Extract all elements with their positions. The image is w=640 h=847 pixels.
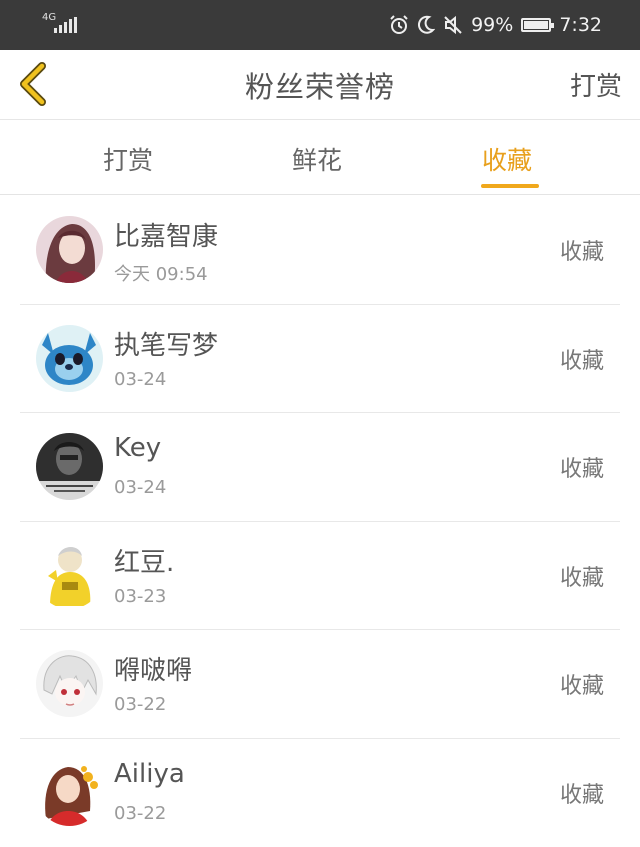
fan-action: 收藏 xyxy=(560,343,604,375)
fan-action: 收藏 xyxy=(560,560,604,592)
fan-time: 03-22 xyxy=(114,694,166,715)
fan-action: 收藏 xyxy=(560,777,604,809)
avatar[interactable] xyxy=(36,433,103,500)
list-item[interactable]: 嘚啵嘚 03-22 收藏 xyxy=(0,630,640,739)
tab-favorites[interactable]: 收藏 xyxy=(482,141,532,177)
battery-percent: 99% xyxy=(471,14,513,36)
fan-action: 收藏 xyxy=(560,451,604,483)
list-item[interactable]: 比嘉智康 今天 09:54 收藏 xyxy=(0,196,640,305)
active-tab-indicator xyxy=(481,184,539,188)
tab-flowers[interactable]: 鲜花 xyxy=(292,141,342,177)
tab-bar: 打赏 鲜花 收藏 xyxy=(0,121,640,195)
fan-time: 03-23 xyxy=(114,586,166,607)
moon-icon xyxy=(417,15,435,35)
clock-time: 7:32 xyxy=(559,14,602,36)
list-item[interactable]: 执笔写梦 03-24 收藏 xyxy=(0,305,640,414)
fan-name: 红豆. xyxy=(114,542,174,579)
avatar[interactable] xyxy=(36,759,103,826)
fan-time: 03-24 xyxy=(114,477,166,498)
fan-action: 收藏 xyxy=(560,234,604,266)
fan-name: Key xyxy=(114,433,161,463)
avatar[interactable] xyxy=(36,216,103,283)
mute-icon xyxy=(443,15,463,35)
fan-name: 执笔写梦 xyxy=(114,325,218,362)
list-item[interactable]: Key 03-24 收藏 xyxy=(0,413,640,522)
page-title: 粉丝荣誉榜 xyxy=(0,64,640,106)
fan-name: 嘚啵嘚 xyxy=(114,650,192,687)
battery-icon xyxy=(521,18,551,32)
signal-icon xyxy=(54,17,77,33)
fan-time: 今天 09:54 xyxy=(114,260,208,286)
fan-name: 比嘉智康 xyxy=(114,216,218,253)
alarm-icon xyxy=(389,15,409,35)
tab-reward[interactable]: 打赏 xyxy=(103,141,153,177)
fan-time: 03-22 xyxy=(114,803,166,824)
fan-time: 03-24 xyxy=(114,369,166,390)
avatar[interactable] xyxy=(36,325,103,392)
reward-button[interactable]: 打赏 xyxy=(570,66,622,103)
list-item[interactable]: 红豆. 03-23 收藏 xyxy=(0,522,640,631)
nav-bar: 粉丝荣誉榜 打赏 xyxy=(0,50,640,120)
fan-name: Ailiya xyxy=(114,759,185,789)
avatar[interactable] xyxy=(36,542,103,609)
fan-list: 比嘉智康 今天 09:54 收藏 执笔写梦 03-24 收藏 xyxy=(0,196,640,847)
fan-action: 收藏 xyxy=(560,668,604,700)
status-bar: 4G 99% 7:32 xyxy=(0,0,640,50)
list-item[interactable]: Ailiya 03-22 收藏 xyxy=(0,739,640,847)
avatar[interactable] xyxy=(36,650,103,717)
